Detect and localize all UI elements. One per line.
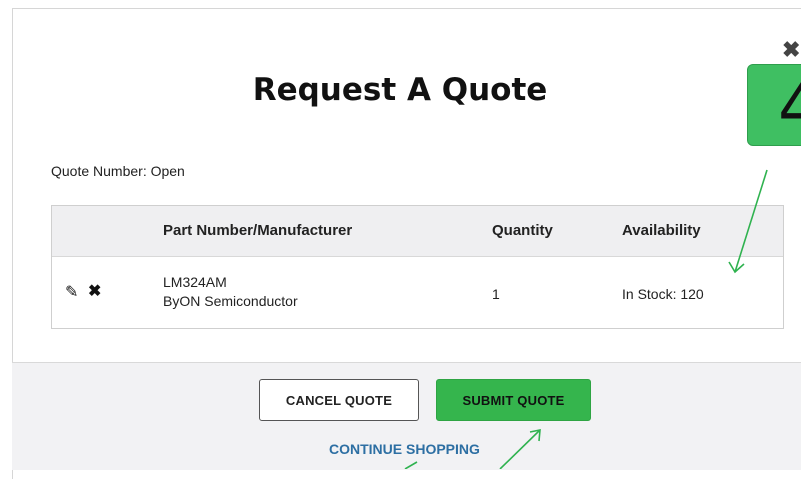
arrow-to-submit [499,429,541,469]
arrow-to-continue [404,461,418,469]
arrow-to-availability [734,169,768,273]
annotation-arrows [404,169,768,469]
